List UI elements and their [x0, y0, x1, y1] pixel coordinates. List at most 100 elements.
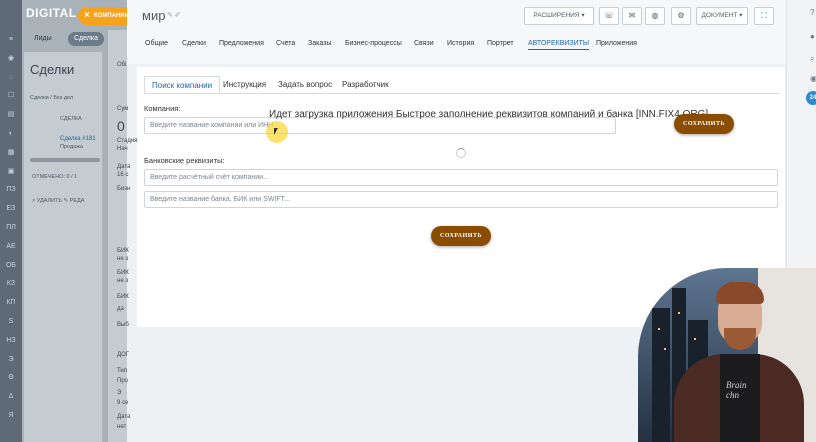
tab-portrait[interactable]: Портрет: [487, 40, 514, 47]
rail-item[interactable]: ЕЗ: [3, 203, 19, 215]
rail-item[interactable]: ОБ: [3, 260, 19, 272]
bg-detail-item: БИК: [117, 270, 129, 276]
rail-item[interactable]: Δ: [3, 391, 19, 403]
help-icon[interactable]: ?: [810, 8, 816, 18]
bg-detail-item: не з: [117, 256, 129, 262]
overlay-save-button[interactable]: СОХРАНИТЬ: [674, 114, 734, 134]
bg-footer-actions[interactable]: × УДАЛИТЬ ✎ РЕДА: [32, 198, 84, 204]
loading-message: Идет загрузка приложения Быстрое заполне…: [269, 109, 709, 120]
company-label: Компания:: [144, 104, 181, 113]
window-light: [678, 312, 680, 314]
bg-detail-item: БИК: [117, 248, 129, 254]
tab-autorequisites[interactable]: АВТОРЕКВИЗИТЫ: [528, 40, 590, 50]
bg-section-title: Сделки: [30, 62, 75, 77]
person-hair: [716, 282, 764, 304]
tab-orders[interactable]: Заказы: [308, 40, 331, 47]
bg-detail-item: Тип: [117, 368, 128, 374]
spinner-icon: [456, 148, 466, 158]
message-icon[interactable]: ◍: [645, 7, 665, 25]
bg-detail-item: Э: [117, 390, 122, 396]
edit-pencil-icon[interactable]: ✎ ✐: [167, 11, 181, 19]
rail-item[interactable]: Э: [3, 354, 19, 366]
rail-item[interactable]: АЕ: [3, 241, 19, 253]
tab-invoices[interactable]: Счета: [276, 40, 295, 47]
tab-offers[interactable]: Предложения: [219, 40, 264, 47]
bg-tabs: Лиды Сделка: [24, 32, 104, 46]
rail-item[interactable]: ≡: [3, 34, 19, 46]
bg-detail-item: не з: [117, 278, 129, 284]
bg-tab-leads[interactable]: Лиды: [34, 32, 52, 46]
extensions-button[interactable]: РАСШИРЕНИЯ ▾: [524, 7, 594, 25]
subtab-instructions[interactable]: Инструкция: [216, 76, 273, 94]
rail-item[interactable]: ▤: [3, 109, 19, 121]
bg-row-sub: Продажа: [60, 144, 83, 150]
subtab-developer[interactable]: Разработчик: [335, 76, 396, 94]
rail-item[interactable]: ◉: [3, 53, 19, 65]
rail-item[interactable]: ПЛ: [3, 222, 19, 234]
bg-list-panel: [24, 52, 102, 442]
bitrix-badge[interactable]: 24: [806, 91, 816, 105]
save-button[interactable]: СОХРАНИТЬ: [431, 226, 491, 246]
bg-row-link[interactable]: Сделка #181: [60, 136, 96, 142]
mouse-cursor-icon: [274, 128, 278, 135]
rail-item[interactable]: КП: [3, 297, 19, 309]
phone-icon[interactable]: ☏: [599, 7, 619, 25]
tab-links[interactable]: Связи: [414, 40, 434, 47]
rail-item[interactable]: ◌: [3, 72, 19, 84]
window-light: [658, 328, 660, 330]
bg-detail-item: Дата: [117, 414, 131, 420]
bg-detail-item: БИК: [117, 294, 129, 300]
bg-scrollbar[interactable]: [30, 158, 100, 162]
bg-tab-deals[interactable]: Сделка: [68, 32, 104, 46]
building: [652, 308, 670, 442]
close-icon: ×: [84, 10, 90, 21]
rail-item[interactable]: ▦: [3, 147, 19, 159]
chevron-down-icon: ▾: [581, 12, 585, 19]
tab-deals[interactable]: Сделки: [182, 40, 206, 47]
bg-detail-item: ДОГ: [117, 352, 129, 358]
rail-item[interactable]: ⚙: [3, 372, 19, 384]
chat-icon[interactable]: ◉: [810, 74, 816, 84]
expand-icon[interactable]: ⛶: [754, 7, 774, 25]
tab-applications[interactable]: Приложения: [596, 40, 637, 47]
bg-detail-item: 0: [117, 118, 125, 134]
bank-input[interactable]: Введите название банка, БИК или SWIFT...: [144, 191, 778, 208]
rail-item[interactable]: ПЗ: [3, 184, 19, 196]
bank-requisites-label: Банковские реквизиты:: [144, 156, 225, 165]
tab-general[interactable]: Общие: [145, 40, 168, 47]
bg-detail-item: нет: [117, 424, 127, 430]
window-light: [664, 348, 666, 350]
bg-detail-item: 9 се: [117, 400, 129, 406]
notification-icon[interactable]: ●: [810, 32, 816, 42]
bg-detail-item: да: [117, 306, 124, 312]
bg-detail-item: Бизн: [117, 186, 131, 192]
rail-item[interactable]: ◐: [3, 128, 19, 140]
tab-business-processes[interactable]: Бизнес-процессы: [345, 40, 402, 47]
account-input[interactable]: Введите расчётный счёт компании...: [144, 169, 778, 186]
rail-item[interactable]: ▣: [3, 166, 19, 178]
search-icon[interactable]: ⌕: [810, 54, 816, 64]
shirt-print-line: Brain: [726, 380, 747, 390]
chevron-down-icon: ▾: [739, 12, 743, 19]
shirt-print-line: chn: [726, 390, 739, 400]
rail-item[interactable]: S: [3, 316, 19, 328]
bg-detail-item: Дата: [117, 164, 131, 170]
subtab-ask-question[interactable]: Задать вопрос: [271, 76, 339, 94]
bg-detail-item: 16 с: [117, 172, 129, 178]
subtab-divider: [144, 93, 780, 94]
tab-history[interactable]: История: [447, 40, 474, 47]
bg-detail-item: Стадия: [117, 138, 138, 144]
bg-detail-item: Выб: [117, 322, 129, 328]
rail-item[interactable]: ☐: [3, 90, 19, 102]
mail-icon[interactable]: ✉: [622, 7, 642, 25]
bg-detail-item: Обі: [117, 62, 127, 68]
subtab-company-search[interactable]: Поиск компании: [144, 76, 221, 94]
bg-breadcrumb: Сделки / Без дел: [30, 95, 74, 101]
document-button[interactable]: ДОКУМЕНТ ▾: [696, 7, 748, 25]
rail-item[interactable]: Я: [3, 410, 19, 422]
bg-footer-marked: ОТМЕЧЕНО: 0 / 1: [32, 174, 78, 180]
rail-item[interactable]: НЗ: [3, 335, 19, 347]
bg-detail-item: Про: [117, 378, 128, 384]
gear-icon[interactable]: ⚙: [671, 7, 691, 25]
rail-item[interactable]: КЗ: [3, 278, 19, 290]
